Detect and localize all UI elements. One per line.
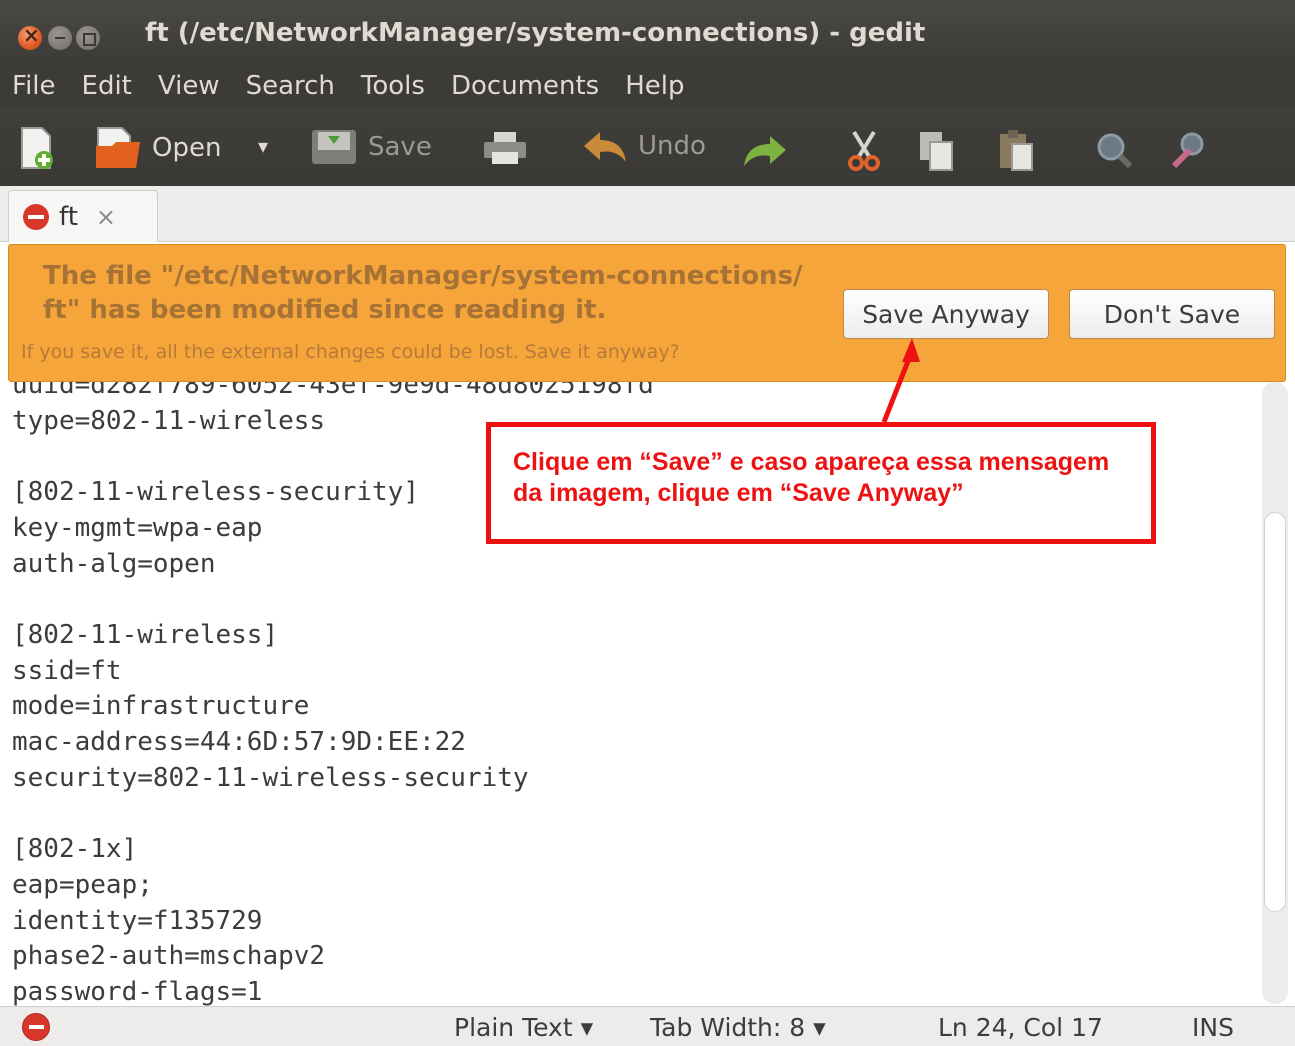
- redo-icon: [744, 136, 786, 166]
- tab-label: ft: [59, 201, 78, 232]
- scissors-icon: [848, 130, 880, 171]
- undo-icon: [584, 132, 626, 162]
- infobar-message: The file "/etc/NetworkManager/system-con…: [43, 261, 803, 325]
- title-bar: ft (/etc/NetworkManager/system-connectio…: [0, 0, 1295, 64]
- tab-width-selector[interactable]: Tab Width: 8 ▾: [650, 1013, 826, 1042]
- print-button[interactable]: [482, 130, 528, 166]
- new-document-button[interactable]: [20, 126, 54, 170]
- menu-tools[interactable]: Tools: [361, 71, 425, 101]
- menu-view[interactable]: View: [158, 71, 220, 101]
- menu-edit[interactable]: Edit: [82, 71, 132, 101]
- scrollbar-thumb[interactable]: [1264, 512, 1286, 912]
- open-dropdown-arrow[interactable]: ▾: [258, 134, 268, 158]
- menu-documents[interactable]: Documents: [451, 71, 599, 101]
- editor-line[interactable]: uuid=d282f789-6052-43ef-9e9d-48d8025198f…: [12, 382, 654, 404]
- paste-icon: [1000, 130, 1033, 171]
- toolbar: Open ▾ Save Undo: [0, 108, 1295, 186]
- open-label: Open: [152, 133, 222, 163]
- find-button[interactable]: [1094, 130, 1134, 170]
- redo-button[interactable]: [742, 130, 788, 170]
- annotation-text: Clique em “Save” e caso apareça essa men…: [513, 448, 1110, 507]
- editor-line[interactable]: mac-address=44:6D:57:9D:EE:22: [12, 725, 654, 761]
- print-icon: [484, 132, 526, 164]
- new-document-icon: [21, 127, 53, 169]
- menu-search[interactable]: Search: [246, 71, 335, 101]
- cut-button[interactable]: [846, 130, 882, 172]
- status-bar: Plain Text ▾ Tab Width: 8 ▾ Ln 24, Col 1…: [0, 1006, 1295, 1046]
- modified-warning-icon: [23, 203, 49, 230]
- save-anyway-button[interactable]: Save Anyway: [843, 289, 1049, 339]
- menu-file[interactable]: File: [12, 71, 56, 101]
- tab-close-icon[interactable]: ×: [96, 203, 116, 231]
- save-icon: [312, 130, 356, 164]
- editor-line[interactable]: auth-alg=open: [12, 547, 654, 583]
- editor-line[interactable]: ssid=ft: [12, 654, 654, 690]
- editor-line[interactable]: eap=peap;: [12, 868, 654, 904]
- status-warning-icon: [22, 1013, 50, 1041]
- open-button[interactable]: Open: [94, 126, 221, 170]
- annotation-callout: Clique em “Save” e caso apareça essa men…: [486, 422, 1156, 544]
- open-folder-icon: [96, 127, 140, 168]
- editor-line[interactable]: mode=infrastructure: [12, 689, 654, 725]
- tab-ft[interactable]: ft ×: [8, 190, 158, 242]
- save-label: Save: [368, 132, 432, 162]
- undo-button[interactable]: Undo: [582, 126, 706, 166]
- editor-line[interactable]: password-flags=1: [12, 975, 654, 1006]
- language-selector[interactable]: Plain Text ▾: [454, 1013, 593, 1042]
- find-replace-icon: [1171, 132, 1204, 169]
- cursor-position: Ln 24, Col 17: [938, 1013, 1103, 1042]
- copy-icon: [920, 132, 953, 171]
- insert-mode: INS: [1192, 1013, 1234, 1042]
- vertical-scrollbar[interactable]: [1262, 382, 1288, 1004]
- window-title: ft (/etc/NetworkManager/system-connectio…: [145, 18, 926, 48]
- document-tab-bar: ft ×: [0, 186, 1295, 242]
- minimize-window-button[interactable]: [48, 26, 72, 50]
- save-button[interactable]: Save: [310, 126, 432, 168]
- find-replace-button[interactable]: [1170, 130, 1210, 170]
- file-modified-infobar: The file "/etc/NetworkManager/system-con…: [8, 244, 1286, 382]
- dont-save-button[interactable]: Don't Save: [1069, 289, 1275, 339]
- editor-line[interactable]: [12, 582, 654, 618]
- close-window-button[interactable]: [18, 23, 42, 50]
- editor-line[interactable]: security=802-11-wireless-security: [12, 761, 654, 797]
- maximize-window-button[interactable]: [76, 26, 100, 50]
- copy-button[interactable]: [916, 130, 956, 172]
- menu-help[interactable]: Help: [625, 71, 684, 101]
- infobar-secondary-message: If you save it, all the external changes…: [21, 341, 680, 363]
- editor-line[interactable]: [802-11-wireless]: [12, 618, 654, 654]
- paste-button[interactable]: [996, 128, 1036, 172]
- editor-line[interactable]: identity=f135729: [12, 904, 654, 940]
- editor-line[interactable]: phase2-auth=mschapv2: [12, 939, 654, 975]
- editor-line[interactable]: [802-1x]: [12, 832, 654, 868]
- menu-bar: File Edit View Search Tools Documents He…: [0, 64, 1295, 108]
- editor-line[interactable]: [12, 796, 654, 832]
- undo-label: Undo: [638, 131, 706, 161]
- search-icon: [1097, 133, 1133, 169]
